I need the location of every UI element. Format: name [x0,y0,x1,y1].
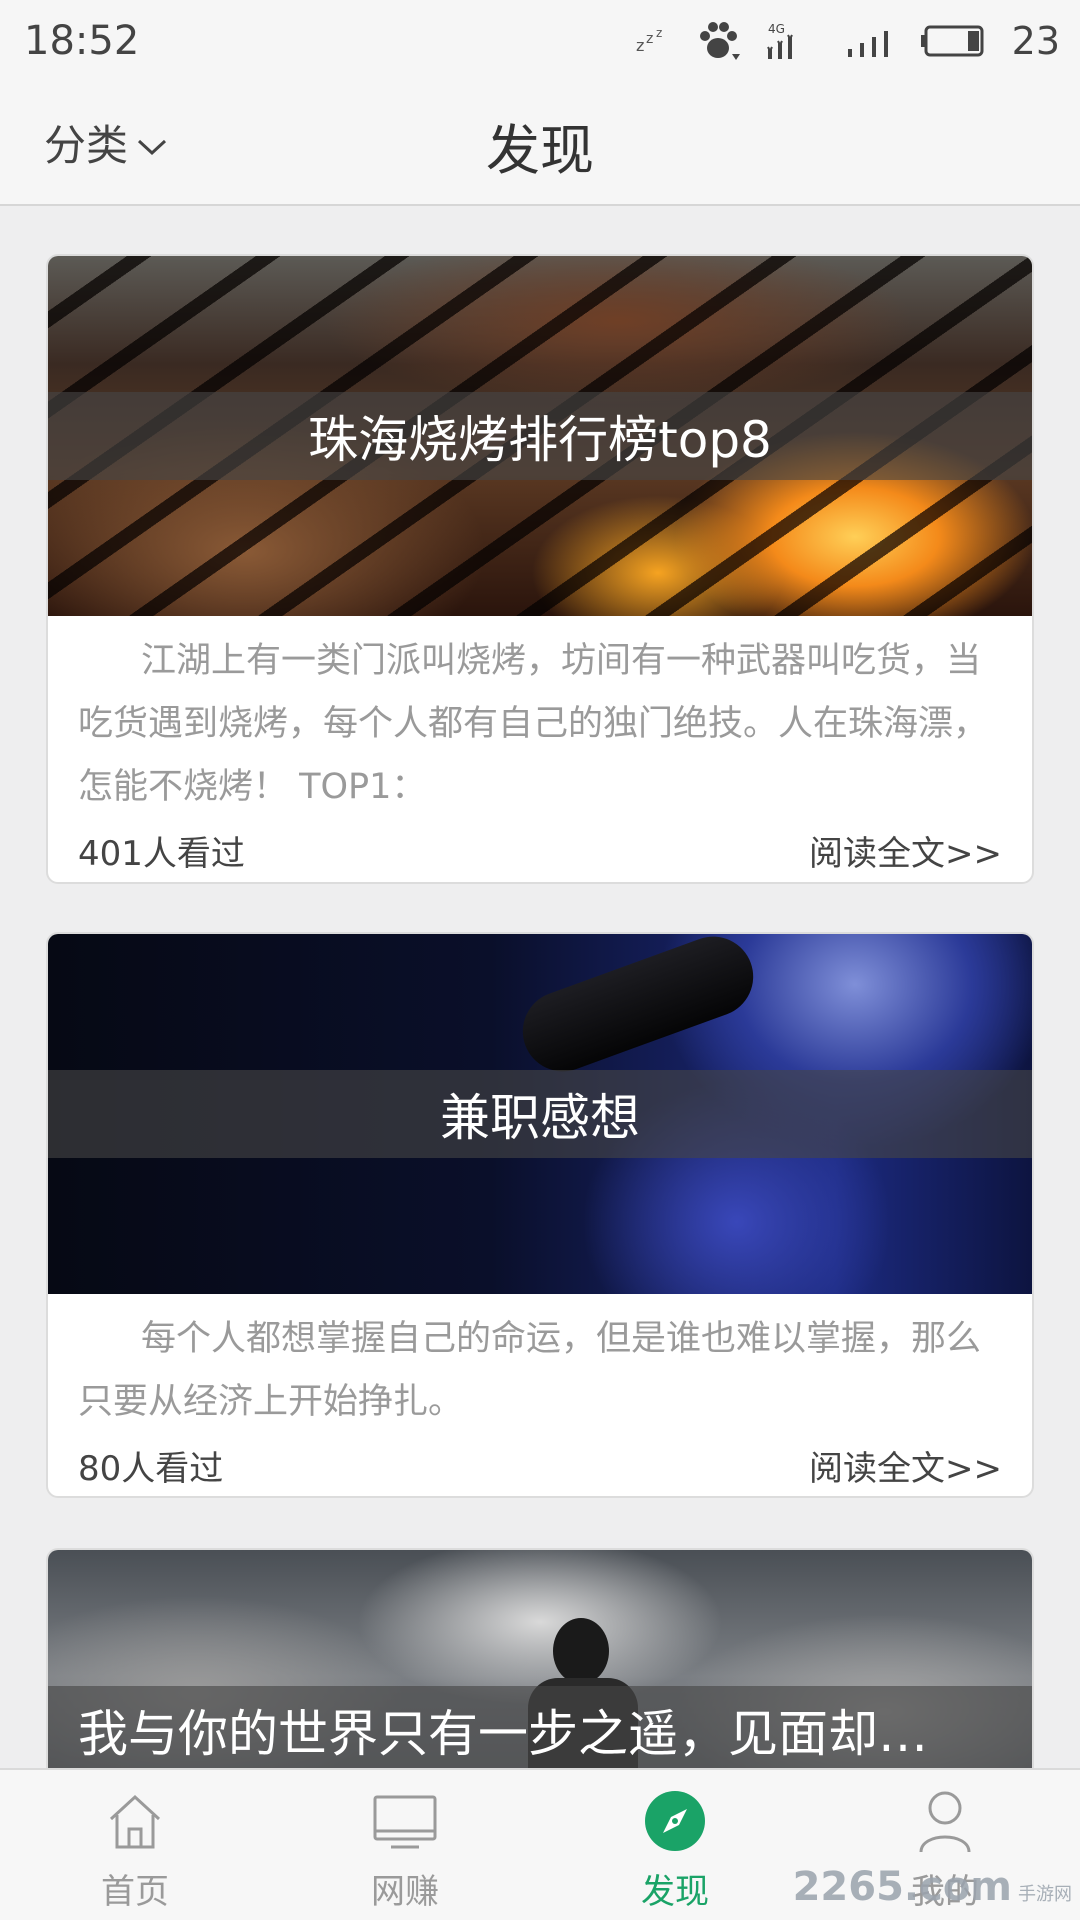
page-title: 发现 [486,119,594,182]
article-footer: 401人看过 阅读全文>> [48,819,1032,881]
article-title: 我与你的世界只有一步之遥，见面却… [48,1686,1032,1768]
bottom-nav: 首页 网赚 发现 我的 2265.com 手游网 [0,1768,1080,1920]
nav-label: 首页 [101,1872,169,1912]
signal-4g-icon: 4G [766,21,818,61]
article-image[interactable]: 我与你的世界只有一步之遥，见面却… [48,1550,1032,1768]
watermark-sub: 手游网 [1018,1884,1072,1905]
watermark: 2265.com 手游网 [793,1864,1072,1910]
view-count: 80人看过 [78,1448,224,1489]
user-icon [915,1784,975,1858]
monitor-icon [371,1784,439,1858]
nav-label: 发现 [641,1872,709,1912]
svg-text:4G: 4G [768,22,785,36]
svg-text:z: z [646,31,653,47]
signal-icon [844,23,894,59]
view-count: 401人看过 [78,833,245,874]
svg-text:z: z [636,36,644,55]
nav-item-home[interactable]: 首页 [0,1770,270,1920]
article-card[interactable]: 我与你的世界只有一步之遥，见面却… [46,1548,1034,1768]
sleep-zzz-icon: zzz [636,27,670,55]
article-description: 每个人都想掌握自己的命运，但是谁也难以掌握，那么只要从经济上开始挣扎。 [78,1319,982,1422]
status-time: 18:52 [24,18,140,64]
article-title: 珠海烧烤排行榜top8 [48,392,1032,480]
article-card[interactable]: 兼职感想 每个人都想掌握自己的命运，但是谁也难以掌握，那么只要从经济上开始挣扎。… [46,932,1034,1498]
battery-icon [920,24,986,58]
nav-item-discover[interactable]: 发现 [540,1770,810,1920]
home-icon [103,1784,167,1858]
status-icons: zzz 4G 23 [636,19,1060,63]
nav-label: 网赚 [371,1872,439,1912]
article-footer: 80人看过 阅读全文>> [48,1434,1032,1496]
article-card[interactable]: 珠海烧烤排行榜top8 江湖上有一类门派叫烧烤，坊间有一种武器叫吃货，当吃货遇到… [46,254,1034,884]
article-title: 兼职感想 [48,1070,1032,1158]
header: 分类 发现 [0,82,1080,206]
paw-icon [696,20,740,62]
article-image[interactable]: 兼职感想 [48,934,1032,1294]
article-feed[interactable]: 珠海烧烤排行榜top8 江湖上有一类门派叫烧烤，坊间有一种武器叫吃货，当吃货遇到… [0,206,1080,1768]
read-more-link[interactable]: 阅读全文>> [809,1441,1002,1490]
status-bar: 18:52 zzz 4G 23 [0,0,1080,82]
read-more-link[interactable]: 阅读全文>> [809,826,1002,875]
svg-text:z: z [656,27,662,40]
article-description: 江湖上有一类门派叫烧烤，坊间有一种武器叫吃货，当吃货遇到烧烤，每个人都有自己的独… [78,641,989,807]
article-image[interactable]: 珠海烧烤排行榜top8 [48,256,1032,616]
nav-item-earn[interactable]: 网赚 [270,1770,540,1920]
watermark-text: 2265.com [792,1864,1012,1910]
battery-level: 23 [1011,19,1060,63]
compass-icon [643,1784,707,1858]
